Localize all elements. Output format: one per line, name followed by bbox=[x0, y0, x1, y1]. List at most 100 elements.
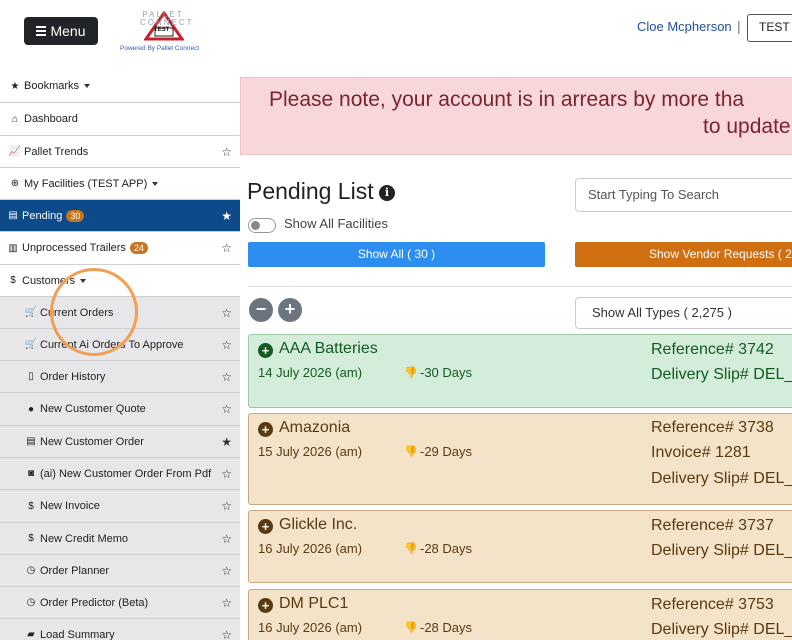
sidebar-subitem-current-orders[interactable]: 🛒 Current Orders ☆ bbox=[0, 297, 240, 329]
pending-count-badge: 30 bbox=[66, 209, 85, 222]
card-reference: Reference# 3738 bbox=[651, 419, 774, 436]
sidebar-item-label: Order History bbox=[40, 370, 106, 383]
sidebar-item-label: Order Predictor (Beta) bbox=[40, 596, 149, 609]
card-days: -29 Days bbox=[420, 444, 473, 459]
expand-plus-icon[interactable]: + bbox=[258, 598, 273, 613]
sidebar-subitem-credit-memo[interactable]: $ New Credit Memo ☆ bbox=[0, 523, 240, 555]
sidebar-subitem-order-history[interactable]: ▯ Order History ☆ bbox=[0, 361, 240, 393]
types-select[interactable]: Show All Types ( 2,275 ) bbox=[575, 297, 792, 329]
thumbs-down-icon: 👎 bbox=[404, 446, 418, 458]
sidebar-item-label: My Facilities (TEST APP) bbox=[24, 177, 148, 190]
collapse-all-button[interactable]: − bbox=[249, 298, 273, 322]
sidebar-item-label: Current Orders bbox=[40, 306, 114, 319]
bookmark-star-icon[interactable]: ☆ bbox=[221, 241, 232, 255]
sidebar-subitem-new-invoice[interactable]: $ New Invoice ☆ bbox=[0, 490, 240, 523]
card-reference: Reference# 3742 bbox=[651, 341, 774, 358]
thumbs-down-icon: 👎 bbox=[404, 622, 418, 634]
sidebar-item-label: (ai) New Customer Order From Pdf bbox=[40, 467, 212, 480]
divider bbox=[248, 286, 792, 287]
user-name-link[interactable]: Cloe Mcpherson bbox=[637, 19, 732, 34]
caret-down-icon bbox=[80, 278, 87, 283]
bookmark-star-icon[interactable]: ☆ bbox=[221, 145, 232, 159]
sidebar-item-label: Unprocessed Trailers bbox=[22, 242, 126, 254]
expand-all-button[interactable]: + bbox=[278, 298, 302, 322]
bookmark-star-icon[interactable]: ☆ bbox=[221, 467, 232, 481]
arrears-alert: Please note, your account is in arrears … bbox=[240, 77, 792, 155]
info-icon[interactable]: i bbox=[379, 185, 395, 201]
bookmark-star-icon[interactable]: ☆ bbox=[221, 338, 232, 352]
list-icon: ▤ bbox=[26, 436, 36, 447]
sidebar-item-label: Pallet Trends bbox=[24, 145, 89, 158]
clock-icon: ◷ bbox=[26, 565, 36, 576]
pending-card[interactable]: + Glickle Inc. 16 July 2026 (am) 👎 -28 D… bbox=[248, 510, 792, 583]
bookmark-star-icon[interactable]: ★ bbox=[221, 209, 232, 223]
bookmark-star-icon[interactable]: ☆ bbox=[221, 564, 232, 578]
comment-icon: ● bbox=[27, 403, 35, 415]
sidebar-subitem-load-summary[interactable]: ▰ Load Summary ☆ bbox=[0, 619, 240, 640]
search-input[interactable]: Start Typing To Search bbox=[575, 178, 792, 212]
sidebar-item-label: Customers bbox=[22, 274, 76, 287]
pallet-connect-logo[interactable]: PALLET CONNECT TEST Powered By Pallet Co… bbox=[120, 9, 204, 55]
pending-card[interactable]: + DM PLC1 16 July 2026 (am) 👎 -28 Days R… bbox=[248, 589, 792, 640]
sidebar-item-unprocessed-trailers[interactable]: ▥ Unprocessed Trailers 24 ☆ bbox=[0, 232, 240, 265]
thumbs-down-icon: 👎 bbox=[404, 543, 418, 555]
bookmark-star-icon[interactable]: ★ bbox=[221, 435, 232, 449]
sidebar-subitem-order-planner[interactable]: ◷ Order Planner ☆ bbox=[0, 555, 240, 587]
card-days: -30 Days bbox=[420, 365, 473, 380]
sidebar-item-label: Pending bbox=[22, 209, 63, 222]
cart-icon: 🛒 bbox=[24, 339, 38, 350]
card-customer-name: Glickle Inc. bbox=[279, 516, 358, 533]
card-days: -28 Days bbox=[420, 620, 473, 635]
sidebar-item-label: New Customer Quote bbox=[40, 403, 146, 415]
sidebar-item-customers[interactable]: $ Customers bbox=[0, 265, 240, 297]
header-separator: | bbox=[737, 18, 741, 34]
bookmark-star-icon[interactable]: ☆ bbox=[221, 628, 232, 640]
home-icon: ⌂ bbox=[11, 113, 19, 125]
card-delivery-slip: Delivery Slip# DEL_ bbox=[651, 621, 792, 638]
bookmark-star-icon[interactable]: ☆ bbox=[221, 532, 232, 546]
trailers-count-badge: 24 bbox=[129, 242, 148, 254]
menu-label: Menu bbox=[50, 23, 86, 39]
expand-plus-icon[interactable]: + bbox=[258, 519, 273, 534]
caret-down-icon bbox=[152, 181, 159, 186]
globe-icon: ⊕ bbox=[10, 178, 20, 189]
show-all-facilities-toggle[interactable] bbox=[248, 218, 276, 233]
card-customer-name: AAA Batteries bbox=[279, 340, 378, 357]
clock-icon: ◷ bbox=[26, 597, 36, 608]
menu-button[interactable]: Menu bbox=[24, 17, 98, 45]
show-all-button[interactable]: Show All ( 30 ) bbox=[248, 242, 545, 267]
bookmark-star-icon[interactable]: ☆ bbox=[221, 596, 232, 610]
sidebar-item-pallet-trends[interactable]: 📈 Pallet Trends ☆ bbox=[0, 136, 240, 168]
sidebar-subitem-ai-orders[interactable]: 🛒 Current Ai Orders To Approve ☆ bbox=[0, 329, 240, 361]
card-date: 15 July 2026 (am) bbox=[258, 444, 363, 459]
bookmark-star-icon[interactable]: ☆ bbox=[221, 370, 232, 384]
show-vendor-requests-button[interactable]: Show Vendor Requests ( 2 bbox=[575, 242, 792, 267]
page-title: Pending List bbox=[247, 178, 374, 204]
bookmark-star-icon[interactable]: ☆ bbox=[221, 306, 232, 320]
sidebar-subitem-new-order[interactable]: ▤ New Customer Order ★ bbox=[0, 426, 240, 458]
star-icon: ★ bbox=[10, 80, 20, 92]
card-delivery-slip: Delivery Slip# DEL_ bbox=[651, 366, 792, 383]
sidebar-item-bookmarks[interactable]: ★ Bookmarks bbox=[0, 70, 240, 103]
expand-plus-icon[interactable]: + bbox=[258, 343, 273, 358]
cart-icon: 🛒 bbox=[24, 307, 38, 318]
app-switch-button[interactable]: TEST . bbox=[747, 14, 792, 42]
card-reference: Reference# 3753 bbox=[651, 596, 774, 613]
sidebar-item-label: Current Ai Orders To Approve bbox=[40, 338, 184, 351]
sidebar-item-dashboard[interactable]: ⌂ Dashboard bbox=[0, 103, 240, 136]
clipboard-icon: ▤ bbox=[8, 210, 18, 221]
sidebar-subitem-order-predictor[interactable]: ◷ Order Predictor (Beta) ☆ bbox=[0, 587, 240, 619]
bookmark-star-icon[interactable]: ☆ bbox=[221, 402, 232, 416]
bookmark-star-icon[interactable]: ☆ bbox=[221, 499, 232, 513]
pending-card[interactable]: + AAA Batteries 14 July 2026 (am) 👎 -30 … bbox=[248, 334, 792, 408]
dollar-icon: $ bbox=[28, 533, 34, 544]
alert-line-2: to update bbox=[703, 115, 791, 138]
sidebar-item-my-facilities[interactable]: ⊕ My Facilities (TEST APP) bbox=[0, 168, 240, 200]
pending-card[interactable]: + Amazonia 15 July 2026 (am) 👎 -29 Days … bbox=[248, 413, 792, 505]
sidebar-subitem-order-from-pdf[interactable]: ◙ (ai) New Customer Order From Pdf ☆ bbox=[0, 458, 240, 490]
thumbs-down-icon: 👎 bbox=[404, 367, 418, 379]
expand-plus-icon[interactable]: + bbox=[258, 422, 273, 437]
sidebar-item-label: Bookmarks bbox=[24, 80, 80, 92]
sidebar-subitem-new-quote[interactable]: ● New Customer Quote ☆ bbox=[0, 393, 240, 426]
sidebar-item-pending[interactable]: ▤ Pending 30 ★ bbox=[0, 200, 240, 232]
